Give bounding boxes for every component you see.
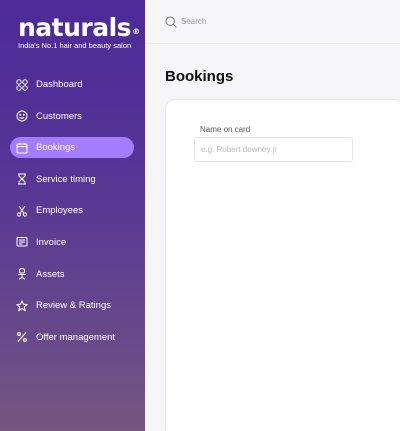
sidebar-nav: Dashboard Customers Bookings Service tim… [10,74,134,358]
sidebar-item-customers[interactable]: Customers [10,106,134,127]
sidebar-item-label: Employees [36,205,83,217]
sidebar-item-label: Invoice [36,236,67,248]
page-title: Bookings [165,68,234,85]
search-input[interactable]: Search [181,17,206,26]
sidebar: naturals® India's No.1 hair and beauty s… [0,0,145,431]
percent-icon [16,331,28,343]
smiley-icon [16,110,28,122]
sidebar-item-invoice[interactable]: Invoice [10,232,134,253]
sidebar-item-assets[interactable]: Assets [10,264,134,285]
registered-mark: ® [132,27,140,36]
sidebar-item-offer-management[interactable]: Offer management [10,327,134,348]
hourglass-icon [16,173,28,185]
chair-icon [16,268,28,280]
name-on-card-input[interactable] [194,137,353,162]
booking-form-card: Name on card [165,99,400,431]
sidebar-item-bookings[interactable]: Bookings [10,137,134,159]
sidebar-item-label: Review & Ratings [36,300,111,312]
sidebar-item-label: Bookings [36,142,76,154]
sidebar-item-review-ratings[interactable]: Review & Ratings [10,295,134,316]
sidebar-item-label: Service timing [36,173,96,185]
sidebar-item-label: Customers [36,110,82,122]
sidebar-item-label: Dashboard [36,79,83,90]
sidebar-item-label: Offer management [36,331,116,343]
sidebar-item-employees[interactable]: Employees [10,200,134,221]
brand-logo[interactable]: naturals® India's No.1 hair and beauty s… [18,14,140,51]
scissors-icon [16,205,28,217]
brand-name: naturals [18,13,132,42]
dashboard-icon [16,78,28,91]
name-on-card-label: Name on card [200,125,251,134]
brand-tagline: India's No.1 hair and beauty salon [18,41,132,50]
star-icon [16,299,28,312]
sidebar-item-dashboard[interactable]: Dashboard [10,74,134,95]
sidebar-item-service-timing[interactable]: Service timing [10,169,134,190]
sidebar-item-label: Assets [36,268,65,280]
top-bar: Search [145,0,400,44]
invoice-icon [16,236,28,248]
search-icon [165,16,177,28]
calendar-icon [16,142,28,154]
